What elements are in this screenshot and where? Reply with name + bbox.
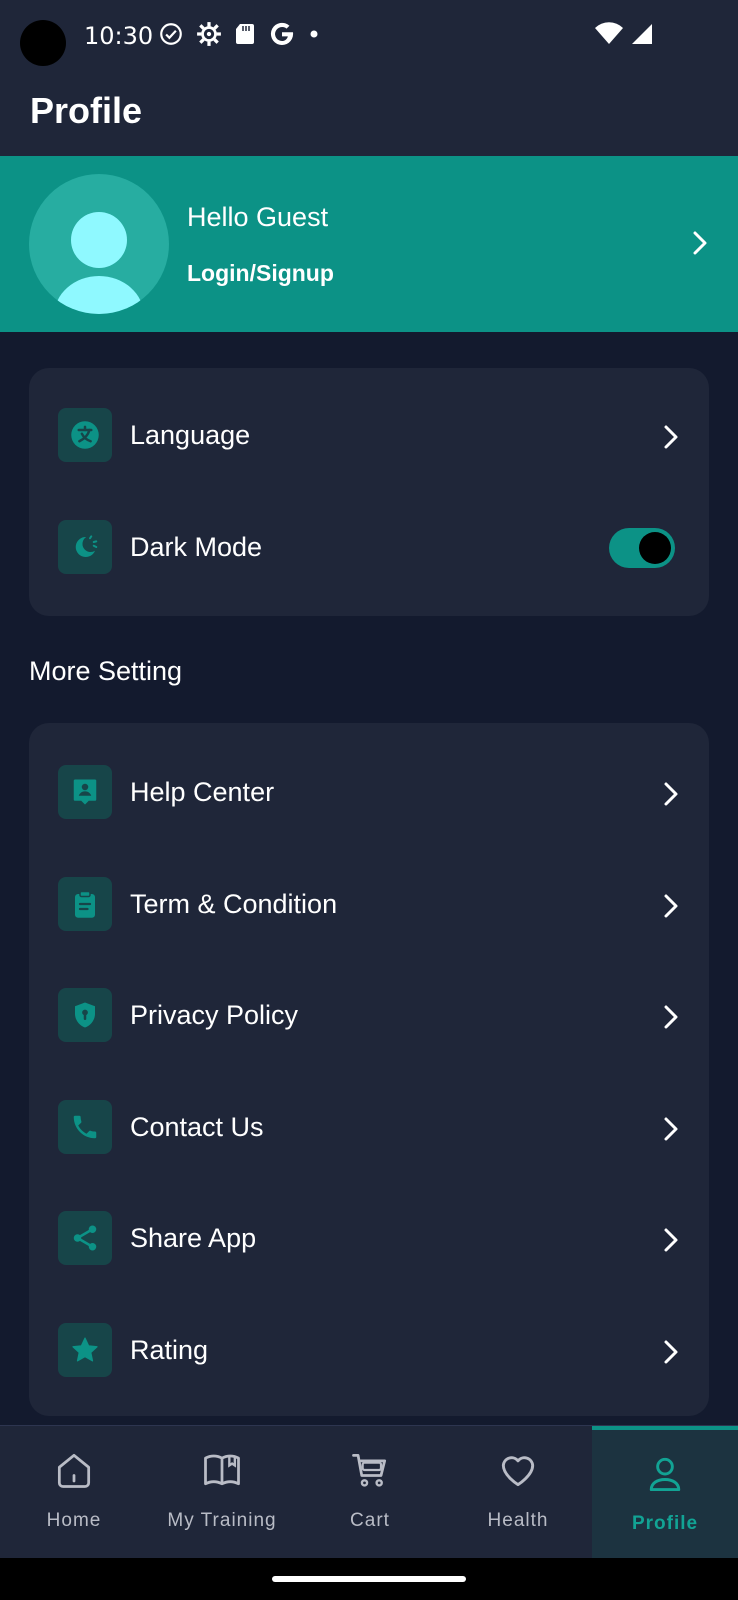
- chevron-right-icon: [664, 1228, 678, 1252]
- share-app-row[interactable]: Share App: [29, 1189, 709, 1289]
- greeting-text: Hello Guest: [187, 202, 329, 232]
- rating-row[interactable]: Rating: [29, 1301, 709, 1401]
- language-label: Language: [130, 420, 251, 450]
- system-navigation-bar: [0, 1558, 738, 1600]
- sd-card-icon: [236, 24, 254, 44]
- star-icon: [58, 1323, 112, 1377]
- gesture-handle[interactable]: [272, 1576, 466, 1582]
- preferences-card: Language Dark Mode: [29, 368, 709, 616]
- nav-my-training-label: My Training: [167, 1510, 277, 1531]
- book-icon: [204, 1454, 240, 1486]
- language-row[interactable]: Language: [29, 386, 709, 486]
- check-circle-icon: [160, 23, 182, 45]
- login-signup-link[interactable]: Login/Signup: [187, 260, 334, 287]
- nav-profile-label: Profile: [631, 1513, 699, 1534]
- dark-mode-label: Dark Mode: [130, 532, 263, 562]
- nav-cart-label: Cart: [350, 1510, 390, 1531]
- avatar: [29, 174, 169, 314]
- share-icon: [58, 1211, 112, 1265]
- profile-banner[interactable]: Hello Guest Login/Signup: [0, 156, 738, 332]
- page-title: Profile: [30, 90, 143, 131]
- wifi-icon: [595, 22, 623, 44]
- rating-label: Rating: [130, 1335, 209, 1365]
- chevron-right-icon: [664, 782, 678, 806]
- nav-cart[interactable]: Cart: [296, 1426, 444, 1559]
- status-time: 10:30: [84, 22, 154, 50]
- camera-cutout: [20, 20, 66, 66]
- status-bar: 10:30: [0, 0, 738, 76]
- nav-health-label: Health: [487, 1510, 549, 1531]
- chevron-right-icon: [664, 425, 678, 449]
- privacy-policy-label: Privacy Policy: [130, 1000, 299, 1030]
- chevron-right-icon: [664, 1117, 678, 1141]
- nav-profile[interactable]: Profile: [592, 1426, 738, 1559]
- user-icon: [649, 1457, 681, 1492]
- google-icon: [270, 22, 294, 45]
- nav-home[interactable]: Home: [0, 1426, 148, 1559]
- status-notification-icons: [158, 20, 320, 48]
- translate-icon: [58, 408, 112, 462]
- contact-us-label: Contact Us: [130, 1112, 264, 1142]
- moon-icon: [58, 520, 112, 574]
- heart-icon: [501, 1456, 535, 1487]
- toggle-knob: [639, 532, 671, 564]
- bottom-navigation: Home My Training Cart Health Profile: [0, 1425, 738, 1559]
- dark-mode-row: Dark Mode: [29, 498, 709, 598]
- home-icon: [57, 1453, 91, 1488]
- help-center-icon: [58, 765, 112, 819]
- more-settings-card: Help Center Term & Condition Privacy Pol…: [29, 723, 709, 1416]
- phone-icon: [58, 1100, 112, 1154]
- status-system-icons: [594, 22, 654, 46]
- nav-my-training[interactable]: My Training: [148, 1426, 296, 1559]
- avatar-head: [71, 212, 127, 268]
- chevron-right-icon: [664, 1340, 678, 1364]
- help-center-label: Help Center: [130, 777, 275, 807]
- nav-health[interactable]: Health: [444, 1426, 592, 1559]
- contact-us-row[interactable]: Contact Us: [29, 1078, 709, 1178]
- avatar-body: [54, 276, 144, 314]
- clipboard-icon: [58, 877, 112, 931]
- chevron-right-icon: [664, 894, 678, 918]
- gear-icon: [197, 22, 221, 46]
- terms-label: Term & Condition: [130, 889, 338, 919]
- section-title: More Setting: [29, 656, 183, 686]
- share-app-label: Share App: [130, 1223, 257, 1253]
- dark-mode-toggle[interactable]: [609, 528, 675, 568]
- chevron-right-icon: [664, 1005, 678, 1029]
- cart-icon: [352, 1453, 387, 1487]
- app-header: Profile: [0, 76, 738, 156]
- privacy-policy-row[interactable]: Privacy Policy: [29, 966, 709, 1066]
- signal-icon: [632, 24, 652, 44]
- help-center-row[interactable]: Help Center: [29, 743, 709, 843]
- nav-home-label: Home: [46, 1510, 102, 1531]
- terms-row[interactable]: Term & Condition: [29, 855, 709, 955]
- shield-icon: [58, 988, 112, 1042]
- dot-icon: [310, 30, 318, 38]
- chevron-right-icon: [693, 231, 707, 255]
